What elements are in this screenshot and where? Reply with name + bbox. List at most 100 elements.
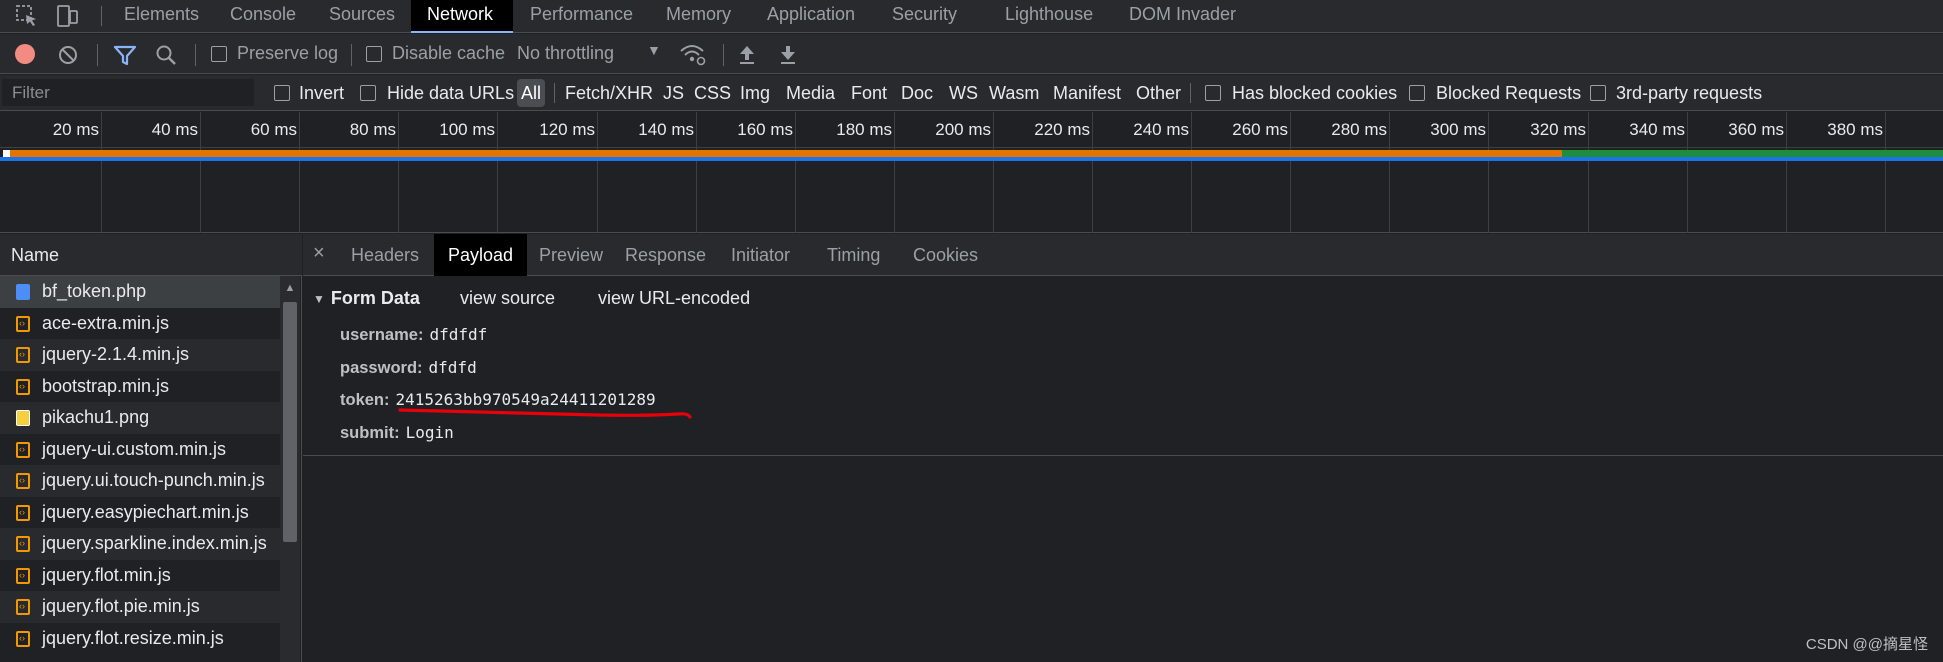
tabbar-separator: [101, 6, 102, 26]
filter-type-doc[interactable]: Doc: [901, 79, 933, 107]
form-data-title: Form Data: [330, 288, 420, 308]
timeline-overview[interactable]: 20 ms 40 ms 60 ms 80 ms 100 ms 120 ms 140 ms 16…: [0, 112, 1943, 233]
timeline-tick-label: 280 ms: [1331, 120, 1387, 139]
filter-type-ws[interactable]: WS: [949, 79, 978, 107]
scrollbar-thumb[interactable]: [283, 302, 297, 542]
hide-data-urls-checkbox[interactable]: [360, 85, 376, 101]
device-toolbar-icon[interactable]: [54, 3, 80, 29]
request-row[interactable]: ace-extra.min.js: [0, 308, 280, 339]
request-name: jquery.flot.min.js: [42, 564, 171, 585]
form-data-section-toggle[interactable]: ▼ Form Data: [313, 286, 420, 310]
tab-network[interactable]: Network: [411, 0, 513, 33]
tab-application[interactable]: Application: [751, 0, 871, 33]
chevron-down-icon[interactable]: ▼: [647, 42, 661, 58]
request-name: bootstrap.min.js: [42, 375, 170, 396]
request-row[interactable]: jquery.ui.touch-punch.min.js: [0, 465, 280, 497]
timeline-gridline: [200, 112, 201, 233]
script-file-icon: [16, 465, 30, 497]
timeline-tick-label: 60 ms: [250, 120, 297, 139]
name-column-header[interactable]: Name: [0, 234, 302, 276]
request-name: pikachu1.png: [42, 407, 150, 427]
inspect-element-icon[interactable]: [14, 3, 40, 29]
filter-type-js[interactable]: JS: [663, 79, 684, 107]
detail-tab-initiator[interactable]: Initiator: [717, 234, 804, 276]
request-list: Name bf_token.php ace-extra.min.js jquery-…: [0, 234, 302, 662]
request-row[interactable]: jquery.flot.resize.min.js: [0, 623, 280, 654]
detail-tab-cookies[interactable]: Cookies: [899, 234, 992, 276]
blocked-requests-checkbox[interactable]: [1409, 85, 1425, 101]
tab-elements[interactable]: Elements: [108, 0, 215, 33]
preserve-log-checkbox[interactable]: [211, 46, 227, 62]
filter-type-media[interactable]: Media: [786, 79, 835, 107]
filter-type-wasm[interactable]: Wasm: [989, 79, 1039, 107]
timeline-gridline: [1885, 112, 1886, 233]
timeline-tick-label: 80 ms: [349, 120, 396, 139]
tab-console[interactable]: Console: [214, 0, 312, 33]
search-icon[interactable]: [155, 44, 177, 66]
filter-type-all[interactable]: All: [517, 79, 546, 107]
filter-input[interactable]: [2, 79, 254, 106]
request-row[interactable]: jquery.sparkline.index.min.js: [0, 528, 280, 560]
timeline-gridline: [597, 112, 598, 233]
timeline-gridline: [1389, 112, 1390, 233]
request-row[interactable]: jquery-2.1.4.min.js: [0, 339, 280, 371]
close-icon[interactable]: ×: [313, 242, 325, 265]
clear-icon[interactable]: [57, 44, 79, 66]
request-row[interactable]: bf_token.php: [0, 276, 280, 308]
view-url-encoded-button[interactable]: view URL-encoded: [598, 286, 750, 310]
filter-type-css[interactable]: CSS: [694, 79, 731, 107]
timeline-tick-label: 360 ms: [1728, 120, 1784, 139]
disable-cache-checkbox[interactable]: [366, 46, 382, 62]
timeline-gridline: [1092, 112, 1093, 233]
request-row[interactable]: pikachu1.png: [0, 402, 280, 434]
detail-tab-response[interactable]: Response: [611, 234, 720, 276]
tab-security[interactable]: Security: [876, 0, 973, 33]
tab-memory[interactable]: Memory: [650, 0, 747, 33]
request-row[interactable]: jquery.flot.min.js: [0, 560, 280, 591]
filter-type-fetch-xhr[interactable]: Fetch/XHR: [565, 79, 653, 107]
form-field-username: username: dfdfdf: [340, 322, 487, 346]
timeline-gridline: [101, 112, 102, 233]
network-conditions-icon[interactable]: [679, 42, 707, 66]
script-file-icon: [16, 308, 30, 339]
blocked-requests-label: Blocked Requests: [1436, 83, 1582, 103]
tab-performance[interactable]: Performance: [514, 0, 649, 33]
detail-tab-preview[interactable]: Preview: [525, 234, 617, 276]
tab-lighthouse[interactable]: Lighthouse: [989, 0, 1109, 33]
invert-checkbox[interactable]: [274, 85, 290, 101]
script-file-icon: [16, 528, 30, 560]
view-source-button[interactable]: view source: [460, 286, 555, 310]
field-value: dfdfdf: [429, 325, 488, 344]
export-har-icon[interactable]: [778, 44, 798, 66]
scroll-up-arrow-icon[interactable]: ▲: [283, 282, 297, 294]
tab-dom-invader[interactable]: DOM Invader: [1113, 0, 1252, 33]
script-file-icon: [16, 434, 30, 465]
script-file-icon: [16, 623, 30, 654]
filter-type-font[interactable]: Font: [851, 79, 887, 107]
request-row[interactable]: jquery.easypiechart.min.js: [0, 497, 280, 528]
request-name: ace-extra.min.js: [42, 312, 170, 333]
filter-type-other[interactable]: Other: [1136, 79, 1181, 107]
filter-type-manifest[interactable]: Manifest: [1053, 79, 1121, 107]
request-name: bf_token.php: [42, 281, 147, 301]
detail-tab-payload[interactable]: Payload: [434, 234, 528, 276]
tab-sources[interactable]: Sources: [313, 0, 411, 33]
timeline-tick-label: 260 ms: [1232, 120, 1288, 139]
record-icon[interactable]: [14, 43, 36, 65]
filter-type-img[interactable]: Img: [740, 79, 770, 107]
request-row[interactable]: bootstrap.min.js: [0, 371, 280, 402]
import-har-icon[interactable]: [737, 44, 757, 66]
detail-tab-headers[interactable]: Headers: [337, 234, 433, 276]
request-row[interactable]: jquery.flot.pie.min.js: [0, 591, 280, 623]
request-name: jquery.sparkline.index.min.js: [42, 533, 267, 553]
preserve-log-label: Preserve log: [237, 43, 339, 63]
filter-icon[interactable]: [113, 44, 137, 66]
timeline-tick-label: 40 ms: [151, 120, 198, 139]
timeline-gridline: [1786, 112, 1787, 233]
has-blocked-cookies-checkbox[interactable]: [1205, 85, 1221, 101]
throttling-select[interactable]: No throttling: [517, 43, 614, 64]
detail-tab-timing[interactable]: Timing: [813, 234, 894, 276]
third-party-requests-checkbox[interactable]: [1590, 85, 1606, 101]
section-divider: [303, 455, 1943, 456]
request-row[interactable]: jquery-ui.custom.min.js: [0, 434, 280, 465]
